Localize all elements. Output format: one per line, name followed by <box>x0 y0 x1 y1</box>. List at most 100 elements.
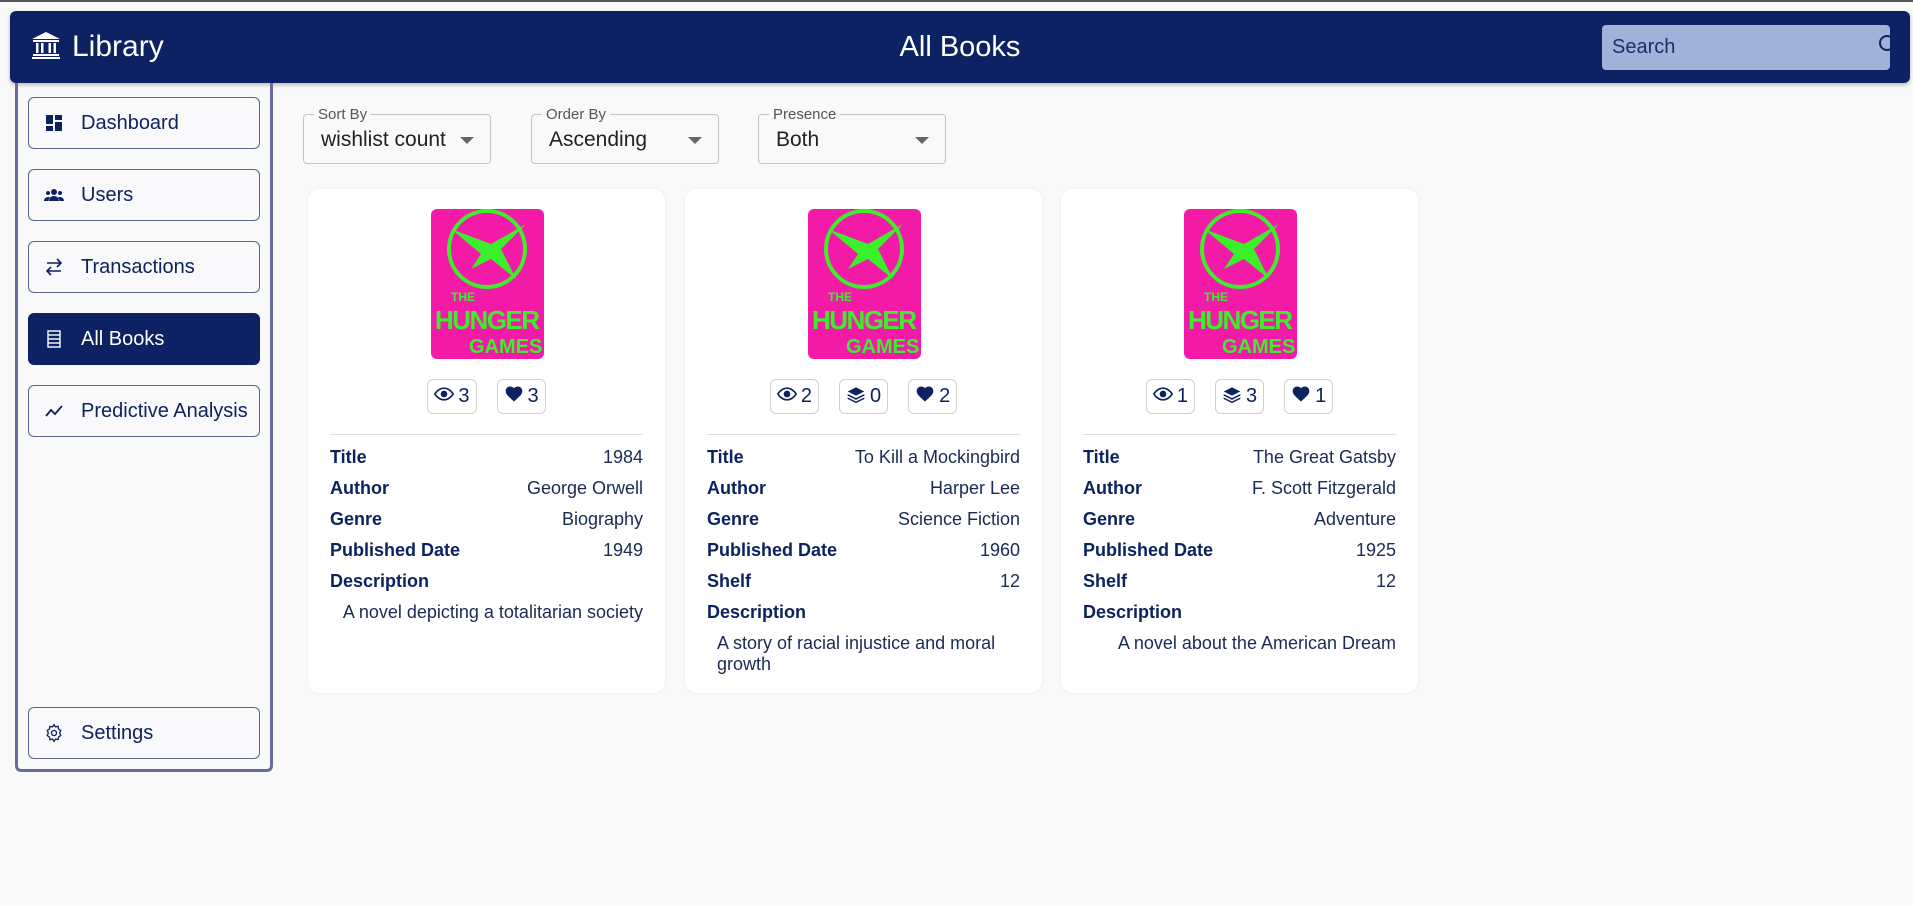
order-by-value: Ascending <box>549 128 648 151</box>
stats-badges: 33 <box>308 379 665 414</box>
wishlist-badge: 2 <box>908 379 958 414</box>
book-cover[interactable]: THE HUNGER GAMES <box>430 209 544 359</box>
heart-icon <box>504 384 524 410</box>
published-date-row: Published Date 1949 <box>330 535 643 566</box>
genre-label: Genre <box>1083 509 1136 529</box>
app-header: Library All Books <box>10 11 1910 83</box>
sidebar-item-label: Users <box>81 183 134 206</box>
sort-by-select[interactable]: Sort By wishlist count <box>303 106 491 164</box>
copies-badge: 3 <box>1214 379 1265 414</box>
divider <box>1083 434 1396 435</box>
wishlist-badge: 3 <box>496 379 546 414</box>
sidebar-item-label: Dashboard <box>81 111 179 134</box>
cover-text: HUNGER <box>812 305 917 335</box>
sidebar-item-users[interactable]: Users <box>28 169 260 221</box>
sidebar-item-predictive-analysis[interactable]: Predictive Analysis <box>28 385 260 437</box>
search-input[interactable] <box>1612 36 1877 59</box>
eye-icon <box>434 384 455 410</box>
heart-icon <box>915 384 935 410</box>
views-badge: 2 <box>769 379 819 414</box>
book-details: Title The Great Gatsby Author F. Scott Fitz… <box>1083 442 1396 654</box>
book-card[interactable]: THE HUNGER GAMES 1 3 1 Title The Great Gats… <box>1061 189 1418 693</box>
order-by-label: Order By <box>542 106 611 123</box>
cover-text: GAMES <box>469 336 542 358</box>
views-count: 1 <box>1176 385 1188 407</box>
author-value: F. Scott Fitzgerald <box>1251 478 1396 498</box>
copies-count: 0 <box>869 385 882 407</box>
published-date-value: 1925 <box>1355 540 1396 560</box>
sort-by-label: Sort By <box>314 106 372 123</box>
brand[interactable]: Library <box>30 11 164 83</box>
author-row: Author Harper Lee <box>707 473 1020 504</box>
description-value: A story of racial injustice and moral gr… <box>717 633 996 674</box>
views-badge: 1 <box>1145 379 1195 414</box>
shelf-label: Shelf <box>1083 571 1128 591</box>
published-date-label: Published Date <box>330 540 461 560</box>
description-label: Description <box>330 571 430 591</box>
book-cover[interactable]: THE HUNGER GAMES <box>807 209 921 359</box>
published-date-label: Published Date <box>707 540 838 560</box>
description-row: Description <box>1083 597 1396 628</box>
eye-icon <box>1152 384 1173 410</box>
chevron-down-icon <box>460 137 474 144</box>
cover-text: THE <box>451 290 475 304</box>
genre-label: Genre <box>707 509 760 529</box>
book-cover[interactable]: THE HUNGER GAMES <box>1183 209 1297 359</box>
chevron-down-icon <box>688 137 702 144</box>
sidebar-item-dashboard[interactable]: Dashboard <box>28 97 260 149</box>
transactions-icon <box>29 257 79 277</box>
sidebar-item-all-books[interactable]: All Books <box>28 313 260 365</box>
author-row: Author George Orwell <box>330 473 643 504</box>
title-row: Title The Great Gatsby <box>1083 442 1396 473</box>
cover-text: THE <box>1204 290 1228 304</box>
book-card[interactable]: THE HUNGER GAMES 2 0 2 Title To Kill a Mock… <box>685 189 1042 693</box>
published-date-value: 1949 <box>602 540 643 560</box>
window-top-border <box>0 0 1913 2</box>
sidebar-item-transactions[interactable]: Transactions <box>28 241 260 293</box>
presence-label: Presence <box>769 106 841 123</box>
wishlist-badge: 1 <box>1284 379 1334 414</box>
shelf-value: 12 <box>999 571 1020 591</box>
book-details: Title 1984 Author George Orwell Genre Biograp… <box>330 442 643 623</box>
brand-title: Library <box>72 30 164 63</box>
heart-icon <box>1291 384 1311 410</box>
description-label: Description <box>1083 602 1183 622</box>
genre-value: Science Fiction <box>897 509 1020 529</box>
sidebar-item-label: Settings <box>81 721 154 744</box>
sidebar: Dashboard Users Transactions All Books P… <box>15 83 273 772</box>
presence-select[interactable]: Presence Both <box>758 106 946 164</box>
book-card[interactable]: THE HUNGER GAMES 33 Title 1984 Author Georg… <box>308 189 665 693</box>
sidebar-item-settings[interactable]: Settings <box>28 707 260 759</box>
sidebar-item-label: Predictive Analysis <box>81 399 248 422</box>
author-value: George Orwell <box>526 478 643 498</box>
views-count: 3 <box>458 385 470 407</box>
shelf-label: Shelf <box>707 571 752 591</box>
chevron-down-icon <box>915 137 929 144</box>
published-date-label: Published Date <box>1083 540 1214 560</box>
author-label: Author <box>330 478 389 498</box>
books-icon <box>29 329 79 349</box>
library-icon <box>30 29 62 66</box>
order-by-select[interactable]: Order By Ascending <box>531 106 719 164</box>
title-value: To Kill a Mockingbird <box>854 447 1020 467</box>
author-row: Author F. Scott Fitzgerald <box>1083 473 1396 504</box>
title-label: Title <box>707 447 744 467</box>
shelf-row: Shelf 12 <box>1083 566 1396 597</box>
search-box[interactable] <box>1602 25 1899 70</box>
shelf-row: Shelf 12 <box>707 566 1020 597</box>
book-stack-icon <box>846 384 866 410</box>
trend-icon <box>29 401 79 421</box>
genre-value: Biography <box>561 509 643 529</box>
views-count: 2 <box>800 385 812 407</box>
wishlist-count: 2 <box>939 385 951 407</box>
stats-badges: 1 3 1 <box>1061 379 1418 414</box>
search-icon[interactable] <box>1877 33 1901 62</box>
author-label: Author <box>707 478 766 498</box>
divider <box>330 434 643 435</box>
title-row: Title To Kill a Mockingbird <box>707 442 1020 473</box>
cover-text: GAMES <box>1222 336 1295 358</box>
title-label: Title <box>330 447 367 467</box>
cover-text: HUNGER <box>1188 305 1293 335</box>
shelf-value: 12 <box>1375 571 1396 591</box>
published-date-row: Published Date 1925 <box>1083 535 1396 566</box>
